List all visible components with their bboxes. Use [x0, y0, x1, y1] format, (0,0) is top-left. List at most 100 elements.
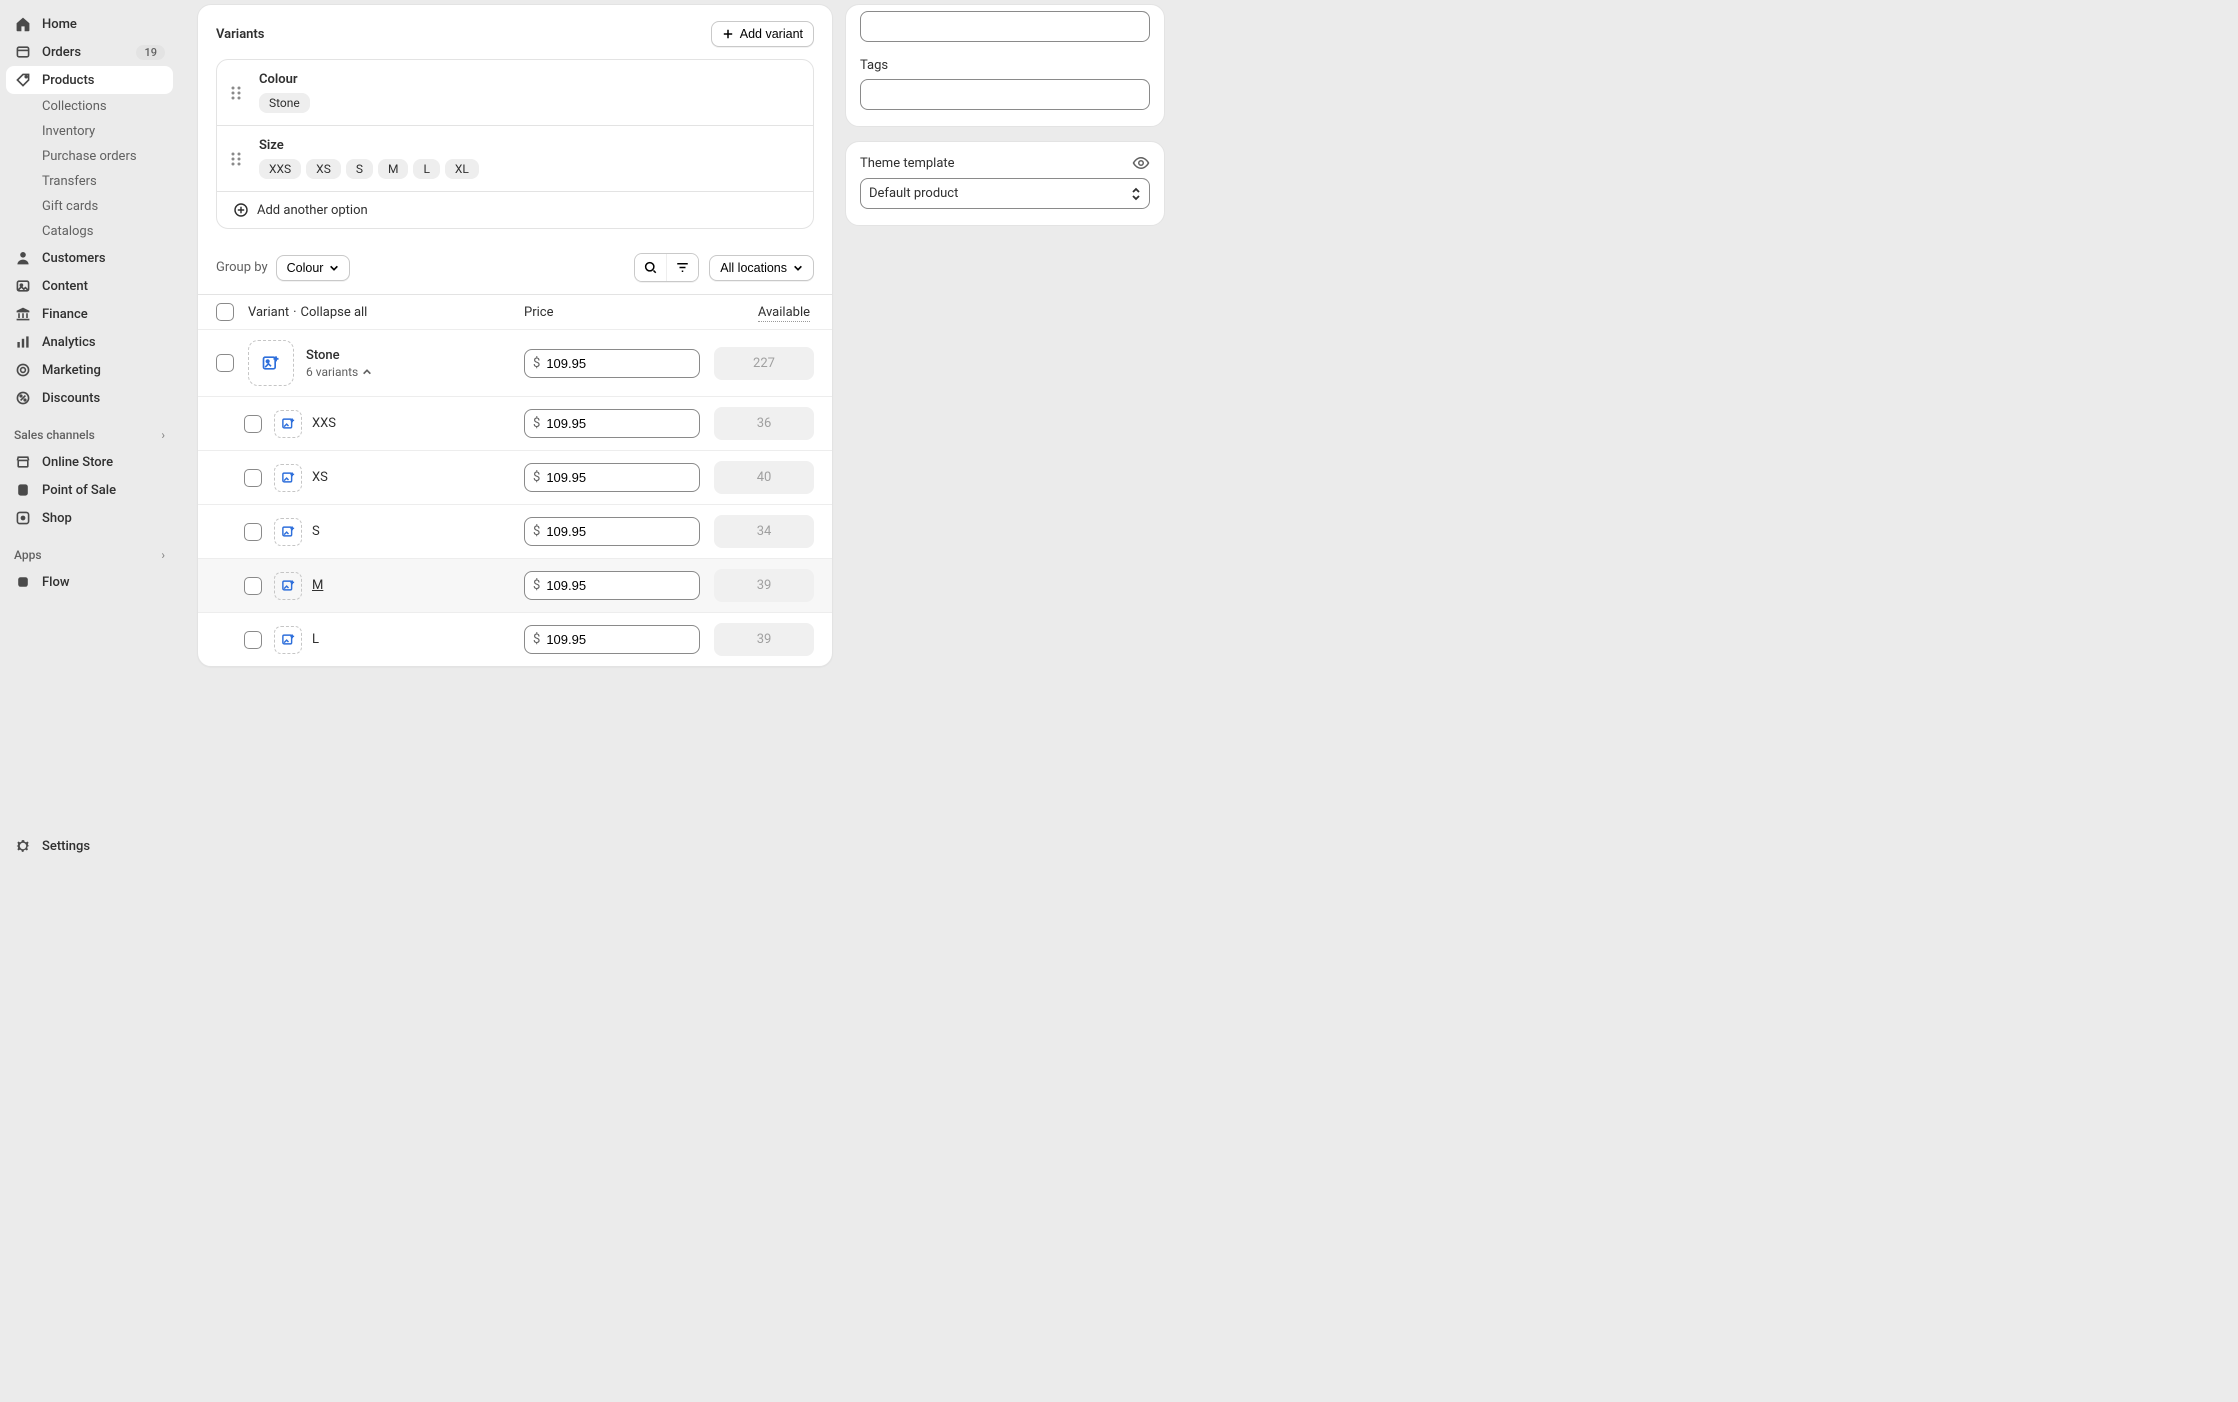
- nav-gift-cards[interactable]: Gift cards: [6, 194, 173, 219]
- nav-customers[interactable]: Customers: [6, 244, 173, 272]
- gear-icon: [14, 837, 32, 855]
- nav-analytics[interactable]: Analytics: [6, 328, 173, 356]
- store-icon: [14, 453, 32, 471]
- eye-icon[interactable]: [1132, 154, 1150, 172]
- target-icon: [14, 361, 32, 379]
- drag-handle-icon[interactable]: [231, 86, 245, 100]
- variant-row-l[interactable]: L $ 39: [198, 612, 832, 666]
- theme-template-select[interactable]: Default product: [860, 178, 1150, 209]
- nav-transfers[interactable]: Transfers: [6, 169, 173, 194]
- tag-icon: [14, 71, 32, 89]
- image-add-icon: [281, 578, 296, 593]
- variant-image-upload[interactable]: [274, 410, 302, 438]
- group-price-input[interactable]: $: [524, 349, 700, 378]
- chevron-right-icon: ›: [161, 428, 165, 442]
- price-input[interactable]: $: [524, 517, 700, 546]
- orders-count-badge: 19: [136, 45, 165, 60]
- chevron-down-icon: [329, 263, 339, 273]
- vendor-or-type-input[interactable]: [860, 11, 1150, 42]
- variant-row-xs[interactable]: XS $ 40: [198, 450, 832, 504]
- options-list: Colour Stone Size XXS XS S M L X: [216, 59, 814, 229]
- variant-name: S: [312, 524, 320, 539]
- variant-name: XS: [312, 470, 328, 485]
- tags-card: Tags: [845, 4, 1165, 127]
- variant-image-upload[interactable]: [274, 518, 302, 546]
- variant-image-upload[interactable]: [274, 626, 302, 654]
- nav-shop[interactable]: Shop: [6, 504, 173, 532]
- nav-inventory[interactable]: Inventory: [6, 119, 173, 144]
- variant-image-upload[interactable]: [274, 572, 302, 600]
- price-field[interactable]: [546, 470, 691, 485]
- right-rail: Tags Theme template Default product: [845, 4, 1165, 226]
- filter-button[interactable]: [666, 254, 698, 281]
- price-field[interactable]: [546, 578, 691, 593]
- nav-purchase-orders[interactable]: Purchase orders: [6, 144, 173, 169]
- price-input[interactable]: $: [524, 571, 700, 600]
- nav-catalogs[interactable]: Catalogs: [6, 219, 173, 244]
- nav-pos[interactable]: Point of Sale: [6, 476, 173, 504]
- theme-card: Theme template Default product: [845, 141, 1165, 226]
- nav-finance[interactable]: Finance: [6, 300, 173, 328]
- variant-row-xxs[interactable]: XXS $ 36: [198, 396, 832, 450]
- group-checkbox[interactable]: [216, 354, 234, 372]
- variant-row-m[interactable]: M $ 39: [198, 558, 832, 612]
- flow-icon: [14, 573, 32, 591]
- nav-content[interactable]: Content: [6, 272, 173, 300]
- nav-products[interactable]: Products: [6, 66, 173, 94]
- add-variant-button[interactable]: Add variant: [711, 21, 814, 47]
- variant-image-upload[interactable]: [274, 464, 302, 492]
- variant-name[interactable]: M: [312, 578, 323, 593]
- price-field[interactable]: [546, 524, 691, 539]
- add-option-button[interactable]: Add another option: [217, 192, 813, 228]
- available-value: 34: [714, 515, 814, 548]
- chip: Stone: [259, 93, 310, 113]
- variant-image-upload[interactable]: [248, 340, 294, 386]
- price-field[interactable]: [546, 632, 691, 647]
- price-field[interactable]: [546, 416, 691, 431]
- nav-online-store[interactable]: Online Store: [6, 448, 173, 476]
- option-name: Size: [259, 138, 799, 153]
- search-button[interactable]: [635, 254, 666, 281]
- group-count-toggle[interactable]: 6 variants: [306, 365, 524, 379]
- collapse-all-link[interactable]: Collapse all: [301, 305, 368, 320]
- row-checkbox[interactable]: [244, 415, 262, 433]
- group-by-select[interactable]: Colour: [276, 255, 351, 281]
- option-row-colour[interactable]: Colour Stone: [217, 60, 813, 126]
- variants-toolbar: Group by Colour All locations: [198, 243, 832, 294]
- select-all-checkbox[interactable]: [216, 303, 234, 321]
- row-checkbox[interactable]: [244, 631, 262, 649]
- apps-header[interactable]: Apps ›: [6, 542, 173, 568]
- variant-group-row[interactable]: Stone 6 variants $ 227: [198, 329, 832, 396]
- price-input[interactable]: $: [524, 409, 700, 438]
- nav-flow[interactable]: Flow: [6, 568, 173, 596]
- bank-icon: [14, 305, 32, 323]
- row-checkbox[interactable]: [244, 469, 262, 487]
- option-row-size[interactable]: Size XXS XS S M L XL: [217, 126, 813, 192]
- variants-card: Variants Add variant Colour Stone Size: [197, 4, 833, 667]
- price-field[interactable]: [546, 356, 691, 371]
- chip: M: [378, 159, 408, 179]
- sales-channels-header[interactable]: Sales channels ›: [6, 422, 173, 448]
- nav-orders[interactable]: Orders 19: [6, 38, 173, 66]
- price-input[interactable]: $: [524, 625, 700, 654]
- nav-collections[interactable]: Collections: [6, 94, 173, 119]
- nav-marketing[interactable]: Marketing: [6, 356, 173, 384]
- locations-select[interactable]: All locations: [709, 255, 814, 281]
- row-checkbox[interactable]: [244, 577, 262, 595]
- nav-settings[interactable]: Settings: [6, 832, 173, 860]
- row-checkbox[interactable]: [244, 523, 262, 541]
- drag-handle-icon[interactable]: [231, 152, 245, 166]
- plus-icon: [722, 28, 734, 40]
- variant-name: L: [312, 632, 319, 647]
- nav-home[interactable]: Home: [6, 10, 173, 38]
- chip: S: [346, 159, 373, 179]
- main-area: Variants Add variant Colour Stone Size: [179, 0, 1394, 870]
- chevron-right-icon: ›: [161, 548, 165, 562]
- theme-label: Theme template: [860, 156, 955, 171]
- nav-discounts[interactable]: Discounts: [6, 384, 173, 412]
- price-input[interactable]: $: [524, 463, 700, 492]
- search-filter-group: [634, 253, 699, 282]
- option-name: Colour: [259, 72, 799, 87]
- variant-row-s[interactable]: S $ 34: [198, 504, 832, 558]
- tags-input[interactable]: [860, 79, 1150, 110]
